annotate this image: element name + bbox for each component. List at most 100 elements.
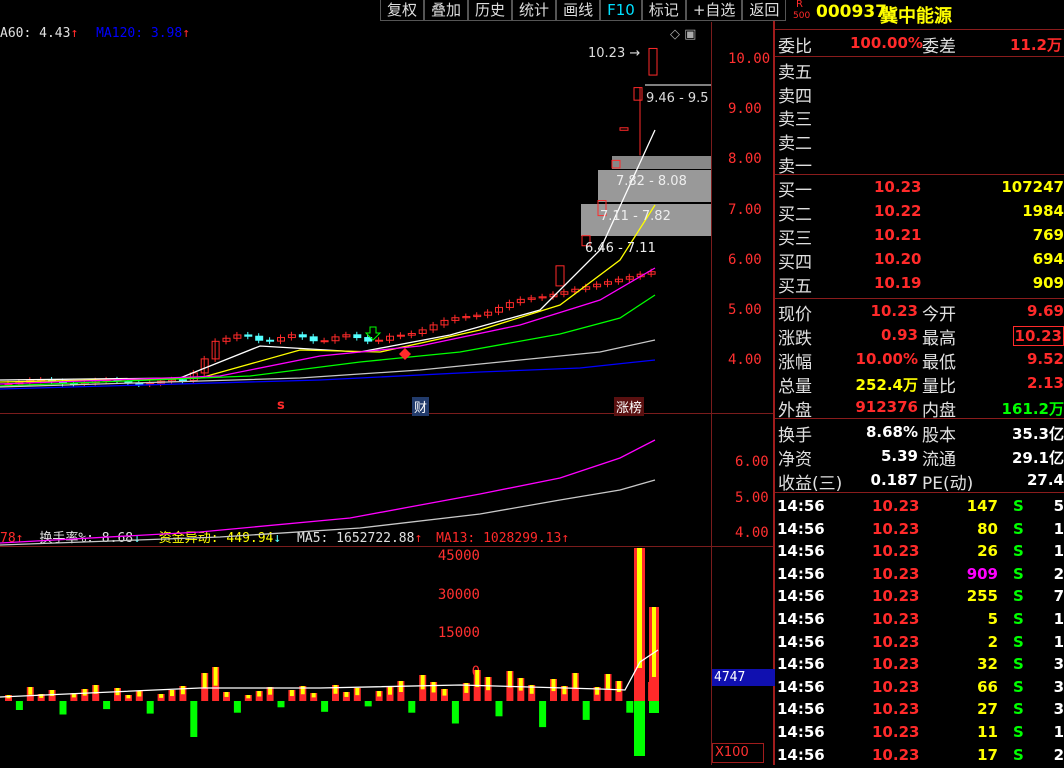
buy-row[interactable]: 买一 10.23 107247 [775, 176, 1064, 201]
volume-bar [637, 548, 642, 668]
zone2-annotation: 7.82 - 8.08 [616, 174, 687, 189]
tick-volume: 909 [966, 564, 998, 583]
tick-row[interactable]: 14:56 10.23 17 S 2 [775, 746, 1064, 768]
tick-time: 14:56 [777, 745, 825, 764]
volume-bar [408, 701, 416, 713]
tick-row[interactable]: 14:56 10.23 255 S 7 [775, 587, 1064, 609]
buy-row[interactable]: 买五 10.19 909 [775, 272, 1064, 297]
sell-row: 卖三 [775, 105, 1064, 130]
tick-row[interactable]: 14:56 10.23 26 S 1 [775, 542, 1064, 564]
volume-bar [582, 701, 590, 720]
tick-time: 14:56 [777, 564, 825, 583]
volume-bar [289, 690, 294, 697]
quote-row: 外盘 912376 内盘 161.2万 [775, 396, 1064, 421]
candle-body [633, 87, 643, 101]
axis-tick-label: 5.00 [728, 302, 762, 318]
buy-row[interactable]: 买四 10.20 694 [775, 248, 1064, 273]
tick-row[interactable]: 14:56 10.23 2 S 1 [775, 633, 1064, 655]
tick-count: 3 [1053, 700, 1064, 719]
volume-bar [233, 701, 241, 713]
tick-price: 10.23 [872, 677, 920, 696]
tb-fuquan[interactable]: 复权 [380, 0, 425, 21]
tick-count: 7 [1053, 587, 1064, 606]
tb-lishi[interactable]: 历史 [468, 0, 513, 21]
tick-price: 10.23 [872, 700, 920, 719]
tick-row[interactable]: 14:56 10.23 5 S 1 [775, 610, 1064, 632]
quote-label: 涨跌 [778, 329, 812, 349]
tick-price: 10.23 [872, 610, 920, 628]
volume-bar [213, 667, 218, 686]
chart-area[interactable]: A60: 4.43↑ MA120: 3.98↑ ◇ ▣ 78↑ 换手率%: 8.… [0, 0, 775, 765]
candle-body [555, 265, 565, 287]
volume-bar [364, 701, 372, 707]
tick-count: 3 [1053, 655, 1064, 674]
tick-time: 14:56 [777, 610, 825, 628]
quote-value: 0.93 [880, 326, 918, 344]
tb-diejia[interactable]: 叠加 [424, 0, 469, 21]
tick-row[interactable]: 14:56 10.23 66 S 3 [775, 678, 1064, 700]
volume-unit: X100 [712, 743, 764, 763]
volume-bar [388, 687, 392, 695]
tick-row[interactable]: 14:56 10.23 909 S 2 [775, 565, 1064, 587]
finance-value-2: 29.1亿 [1011, 449, 1064, 467]
buy-price: 10.20 [874, 250, 922, 268]
tick-time: 14:56 [777, 519, 825, 538]
quote-value-2: 10.23 [1012, 326, 1064, 346]
tick-row[interactable]: 14:56 10.23 147 S 5 [775, 497, 1064, 519]
tick-count: 2 [1053, 564, 1064, 583]
quote-row: 涨跌 0.93 最高 10.23 [775, 324, 1064, 349]
tick-time: 14:56 [777, 587, 825, 606]
tick-count: 2 [1053, 745, 1064, 764]
sell-label: 卖三 [778, 110, 812, 130]
volume-bar [159, 694, 164, 698]
volume-bar [486, 677, 491, 691]
event-marker-s[interactable]: s [277, 398, 285, 413]
tb-tongji[interactable]: 统计 [512, 0, 557, 21]
finance-row: 净资 5.39 流通 29.1亿 [775, 445, 1064, 470]
event-marker-limit-up[interactable]: 涨榜 [614, 397, 645, 416]
quote-row: 总量 252.4万 量比 2.13 [775, 372, 1064, 397]
axis-tick-label: 5.00 [735, 489, 769, 506]
r-badge: R [796, 0, 803, 10]
tick-volume: 27 [977, 700, 998, 719]
volume-bar [137, 691, 142, 697]
weibi-value: 100.00% [850, 34, 923, 52]
volume-bar [321, 701, 329, 712]
tick-row[interactable]: 14:56 10.23 32 S 3 [775, 655, 1064, 677]
tb-biaoji[interactable]: 标记 [641, 0, 686, 21]
volume-bar [103, 701, 111, 710]
quote-label: 涨幅 [778, 353, 812, 373]
buy-row[interactable]: 买三 10.21 769 [775, 224, 1064, 249]
volume-bar [300, 686, 305, 695]
tb-huaxian[interactable]: 画线 [556, 0, 601, 21]
sell-row: 卖一 [775, 152, 1064, 177]
sep-6 [775, 492, 1064, 493]
chart-svg [0, 47, 711, 756]
sep-4 [775, 298, 1064, 299]
volume-bar [82, 689, 87, 696]
tb-f10[interactable]: F10 [600, 0, 642, 21]
volume-bar [518, 678, 523, 691]
volume-bar [595, 687, 600, 695]
sep-1 [775, 29, 1064, 30]
stock-name: 冀中能源 [880, 6, 952, 27]
event-marker-finance[interactable]: 财 [412, 397, 430, 416]
tick-count: 3 [1053, 677, 1064, 696]
buy-price: 10.22 [874, 202, 922, 220]
quote-value-2: 9.69 [1026, 302, 1064, 320]
tick-side: S [1013, 610, 1024, 628]
tick-row[interactable]: 14:56 10.23 80 S 1 [775, 520, 1064, 542]
sell-row: 卖二 [775, 129, 1064, 154]
volume-bar [507, 671, 512, 688]
volume-bar [495, 701, 503, 717]
tb-zixuan[interactable]: +自选 [685, 0, 743, 21]
quote-label-2: 最低 [922, 353, 956, 373]
tick-row[interactable]: 14:56 10.23 11 S 1 [775, 723, 1064, 745]
buy-row[interactable]: 买二 10.22 1984 [775, 200, 1064, 225]
volume-bar [475, 670, 480, 688]
tick-side: S [1013, 564, 1024, 583]
tick-volume: 255 [966, 587, 998, 606]
tick-volume: 26 [977, 542, 998, 561]
tick-row[interactable]: 14:56 10.23 27 S 3 [775, 700, 1064, 722]
price-axis-divider [711, 22, 712, 765]
